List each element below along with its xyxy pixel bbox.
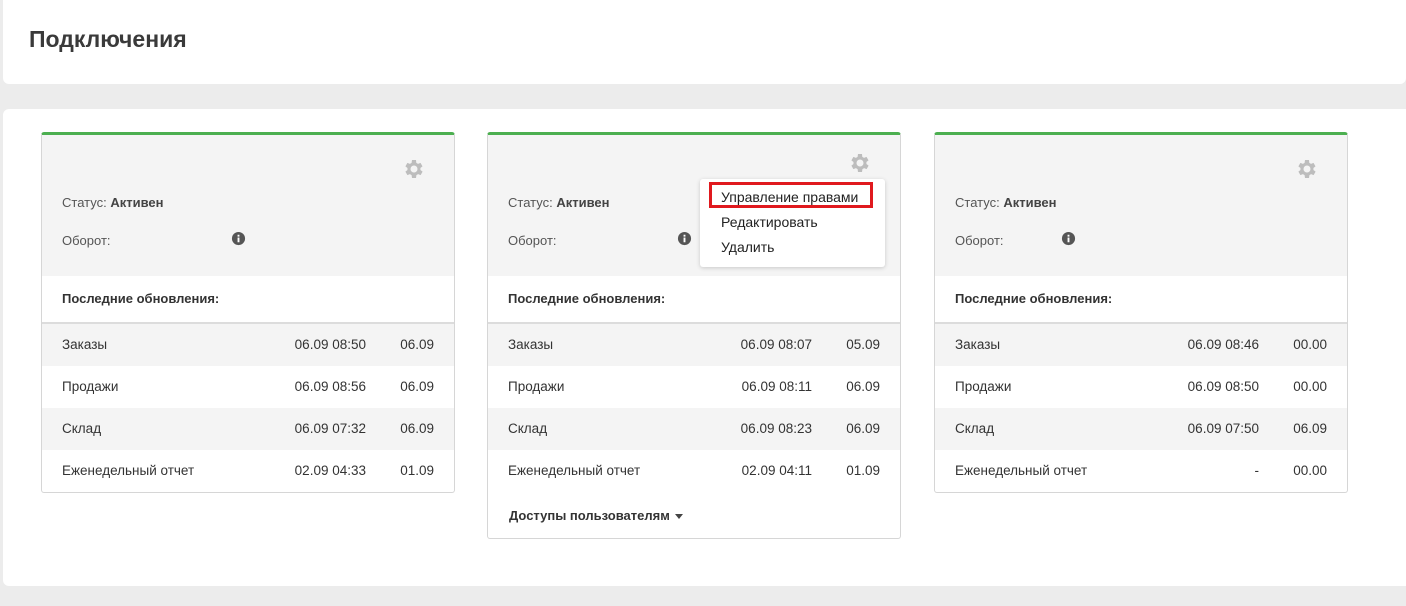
row-date-short: 01.09 (400, 463, 434, 478)
status-row: Статус: Активен (955, 195, 1057, 210)
row-name: Заказы (62, 337, 108, 352)
table-row: Склад 06.09 07:50 06.09 (935, 408, 1347, 450)
row-name: Заказы (955, 337, 1001, 352)
card-summary: Статус: Активен Оборот: (935, 135, 1347, 276)
info-icon[interactable] (1061, 231, 1076, 246)
row-date-short: 05.09 (846, 337, 880, 352)
table-row: Продажи 06.09 08:50 00.00 (935, 366, 1347, 408)
gear-icon[interactable] (1295, 157, 1319, 181)
row-date-short: 00.00 (1293, 379, 1327, 394)
turnover-label: Оборот: (508, 233, 557, 248)
updates-title: Последние обновления: (42, 276, 454, 324)
status-value: Активен (110, 195, 164, 210)
row-name: Еженедельный отчет (62, 463, 195, 478)
card-summary: Статус: Активен Оборот: (42, 135, 454, 276)
row-date: 06.09 08:50 (1187, 379, 1259, 394)
table-row: Продажи 06.09 08:56 06.09 (42, 366, 454, 408)
table-row: Склад 06.09 07:32 06.09 (42, 408, 454, 450)
row-date-short: 06.09 (400, 337, 434, 352)
row-date-short: 00.00 (1293, 337, 1327, 352)
info-icon[interactable] (677, 231, 692, 246)
row-date-short: 00.00 (1293, 463, 1327, 478)
row-date: 06.09 08:23 (740, 421, 812, 436)
menu-item-edit[interactable]: Редактировать (721, 214, 818, 230)
page-header: Подключения (3, 0, 1406, 84)
row-name: Продажи (62, 379, 119, 394)
caret-down-icon (674, 514, 683, 520)
updates-title: Последние обновления: (488, 276, 900, 324)
row-date: 02.09 04:11 (741, 463, 812, 478)
menu-item-delete[interactable]: Удалить (721, 239, 774, 255)
updates-title: Последние обновления: (935, 276, 1347, 324)
row-date: 06.09 08:50 (294, 337, 366, 352)
status-value: Активен (1003, 195, 1057, 210)
table-row: Заказы 06.09 08:07 05.09 (488, 324, 900, 366)
row-date: 06.09 07:32 (294, 421, 366, 436)
row-name: Продажи (955, 379, 1012, 394)
table-row: Заказы 06.09 08:46 00.00 (935, 324, 1347, 366)
table-row: Еженедельный отчет 02.09 04:11 01.09 (488, 450, 900, 492)
row-date: - (1254, 463, 1260, 478)
row-date: 06.09 07:50 (1187, 421, 1259, 436)
row-date: 02.09 04:33 (294, 463, 366, 478)
user-access-toggle[interactable]: Доступы пользователям (488, 492, 900, 538)
row-name: Еженедельный отчет (955, 463, 1088, 478)
status-value: Активен (556, 195, 610, 210)
row-name: Заказы (508, 337, 554, 352)
user-access-label: Доступы пользователям (509, 508, 670, 523)
table-row: Еженедельный отчет - 00.00 (935, 450, 1347, 492)
status-label: Статус: (62, 195, 107, 210)
row-name: Еженедельный отчет (508, 463, 641, 478)
row-name: Склад (62, 421, 102, 436)
status-row: Статус: Активен (62, 195, 164, 210)
gear-icon[interactable] (402, 157, 426, 181)
table-row: Заказы 06.09 08:50 06.09 (42, 324, 454, 366)
status-label: Статус: (955, 195, 1000, 210)
info-icon[interactable] (231, 231, 246, 246)
turnover-label: Оборот: (62, 233, 111, 248)
row-date: 06.09 08:46 (1187, 337, 1259, 352)
page-title: Подключения (29, 26, 187, 52)
row-date: 06.09 08:07 (740, 337, 812, 352)
row-date-short: 01.09 (846, 463, 880, 478)
row-name: Склад (955, 421, 995, 436)
row-date: 06.09 08:56 (294, 379, 366, 394)
card-settings-menu: Управление правами Редактировать Удалить (700, 179, 885, 267)
connection-card-3: Статус: Активен Оборот: Последние обновл… (934, 132, 1348, 493)
row-date-short: 06.09 (400, 379, 434, 394)
table-row: Склад 06.09 08:23 06.09 (488, 408, 900, 450)
menu-item-manage-rights[interactable]: Управление правами (721, 189, 858, 205)
table-row: Еженедельный отчет 02.09 04:33 01.09 (42, 450, 454, 492)
table-row: Продажи 06.09 08:11 06.09 (488, 366, 900, 408)
turnover-label: Оборот: (955, 233, 1004, 248)
connection-card-1: Статус: Активен Оборот: Последние обновл… (41, 132, 455, 493)
row-date-short: 06.09 (846, 379, 880, 394)
status-row: Статус: Активен (508, 195, 610, 210)
gear-icon[interactable] (848, 151, 872, 175)
row-date-short: 06.09 (400, 421, 434, 436)
row-name: Продажи (508, 379, 565, 394)
row-date-short: 06.09 (846, 421, 880, 436)
row-date-short: 06.09 (1293, 421, 1327, 436)
status-label: Статус: (508, 195, 553, 210)
row-date: 06.09 08:11 (741, 379, 812, 394)
row-name: Склад (508, 421, 548, 436)
